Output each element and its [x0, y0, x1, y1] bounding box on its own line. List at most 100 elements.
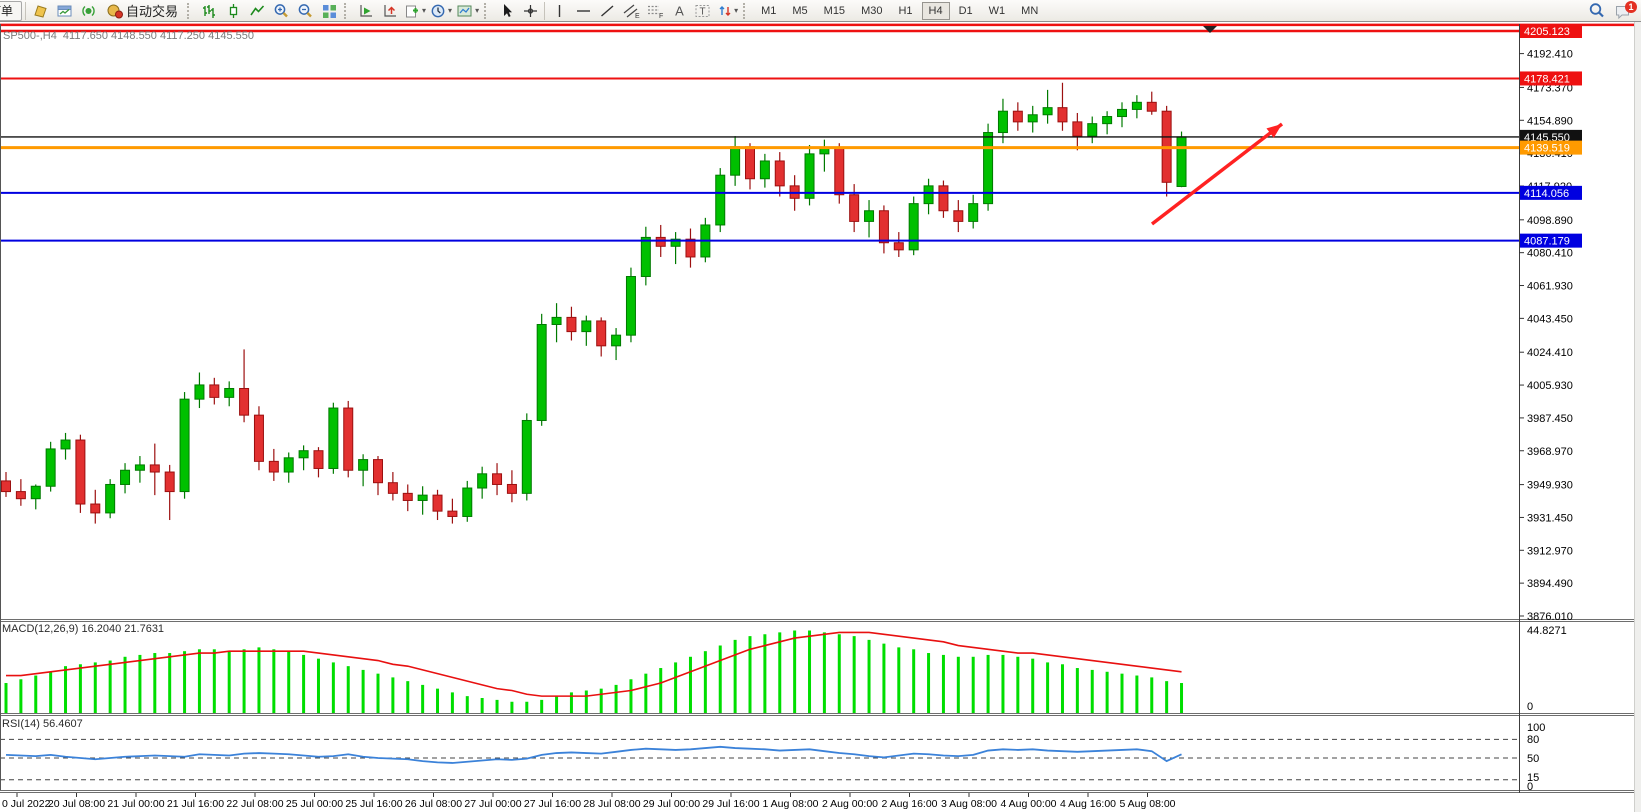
auto-trading-icon — [106, 3, 124, 19]
line-chart-button[interactable] — [246, 1, 268, 21]
price-tick-label: 4192.410 — [1527, 49, 1573, 61]
signal-icon — [80, 3, 97, 19]
horizontal-line-button[interactable] — [572, 1, 594, 21]
new-order-label: 订单 — [0, 2, 13, 19]
time-tick-label: 26 Jul 08:00 — [405, 798, 462, 810]
bar-chart-button[interactable] — [198, 1, 220, 21]
arrows-button[interactable]: ▾ — [716, 1, 739, 21]
timeframe-H1[interactable]: H1 — [891, 2, 919, 20]
cursor-button[interactable] — [495, 1, 517, 21]
equidistant-channel-button[interactable]: E — [620, 1, 642, 21]
toolbar-grip — [187, 3, 194, 19]
zoom-in-button[interactable] — [270, 1, 292, 21]
timeframe-M30[interactable]: M30 — [854, 2, 889, 20]
bull-candle — [909, 204, 918, 250]
timeframe-MN[interactable]: MN — [1014, 2, 1045, 20]
bull-candle — [522, 420, 531, 493]
horizontal-line-icon — [575, 3, 592, 19]
bull-candle — [61, 440, 70, 449]
text-label-icon: T — [694, 3, 712, 19]
time-tick-label: 4 Aug 00:00 — [1000, 798, 1056, 810]
chevron-down-icon: ▾ — [475, 6, 479, 15]
notifications-button[interactable]: 1 — [1610, 1, 1636, 21]
toolbar-grip — [484, 3, 491, 19]
price-tick-label: 3894.490 — [1527, 578, 1573, 590]
timeframe-M1[interactable]: M1 — [754, 2, 783, 20]
toolbar-grip — [743, 3, 750, 19]
bear-candle — [240, 388, 249, 415]
text-label-button[interactable]: T — [692, 1, 714, 21]
time-tick-label: 21 Jul 16:00 — [167, 798, 224, 810]
svg-text:F: F — [659, 13, 663, 19]
bull-candle — [195, 385, 204, 399]
bull-candle — [106, 484, 115, 512]
time-tick-label: 25 Jul 00:00 — [286, 798, 343, 810]
bear-candle — [954, 211, 963, 222]
zoom-in-icon — [273, 3, 290, 19]
news-button[interactable] — [29, 1, 51, 21]
timeframe-D1[interactable]: D1 — [952, 2, 980, 20]
bull-candle — [612, 335, 621, 346]
price-badge-label: 4114.056 — [1524, 188, 1569, 200]
chart-shift-icon — [382, 3, 399, 19]
auto-trading-label: 自动交易 — [126, 1, 178, 20]
search-button[interactable] — [1586, 1, 1608, 21]
rsi-indicator-label: RSI(14) 56.4607 — [2, 718, 83, 730]
bull-candle — [329, 408, 338, 468]
timeframe-H4[interactable]: H4 — [922, 2, 950, 20]
candlestick-chart-icon — [225, 3, 242, 19]
vertical-line-icon — [553, 3, 566, 19]
bull-candle — [924, 186, 933, 204]
time-tick-label: 5 Aug 08:00 — [1119, 798, 1175, 810]
bull-candle — [820, 149, 829, 154]
vertical-line-button[interactable] — [548, 1, 570, 21]
trendline-button[interactable] — [596, 1, 618, 21]
bear-candle — [210, 385, 219, 397]
notification-badge: 1 — [1625, 1, 1637, 13]
window-edge-strip — [1634, 22, 1641, 812]
bear-candle — [254, 415, 263, 461]
price-tick-label: 3876.010 — [1527, 611, 1573, 623]
timeframe-M5[interactable]: M5 — [785, 2, 814, 20]
auto-scroll-button[interactable] — [355, 1, 377, 21]
chart-canvas[interactable]: 4192.4104173.3704154.8904136.4104117.920… — [0, 22, 1641, 812]
tile-windows-button[interactable] — [318, 1, 340, 21]
time-tick-label: 1 Aug 08:00 — [762, 798, 818, 810]
bull-candle — [284, 458, 293, 472]
bear-candle — [150, 465, 159, 472]
search-icon — [1588, 2, 1606, 19]
bull-candle — [46, 449, 55, 486]
market-watch-button[interactable] — [53, 1, 75, 21]
bull-candle — [805, 154, 814, 198]
new-chart-button[interactable]: ▾ — [403, 1, 427, 21]
bear-candle — [597, 321, 606, 346]
time-tick-label: 20 Jul 08:00 — [48, 798, 105, 810]
bull-candle — [641, 237, 650, 276]
timeframe-W1[interactable]: W1 — [982, 2, 1013, 20]
templates-button[interactable]: ▾ — [455, 1, 480, 21]
zoom-out-button[interactable] — [294, 1, 316, 21]
text-button[interactable]: A — [668, 1, 690, 21]
time-tick-label: 0 Jul 2022 — [2, 798, 51, 810]
candlestick-chart-button[interactable] — [222, 1, 244, 21]
auto-trading-button[interactable]: 自动交易 — [101, 1, 183, 21]
fibonacci-button[interactable]: F — [644, 1, 666, 21]
periods-button[interactable]: ▾ — [429, 1, 453, 21]
chart-shift-button[interactable] — [379, 1, 401, 21]
new-order-button[interactable]: 订单 — [0, 1, 22, 21]
price-tick-label: 3931.450 — [1527, 512, 1573, 524]
bull-candle — [731, 147, 740, 175]
bull-candle — [1043, 108, 1052, 115]
bull-candle — [299, 451, 308, 458]
timeframe-M15[interactable]: M15 — [817, 2, 852, 20]
bull-candle — [180, 399, 189, 491]
bull-candle — [463, 488, 472, 516]
price-tick-label: 4154.890 — [1527, 115, 1573, 127]
bull-candle — [969, 204, 978, 222]
chart-background — [0, 22, 1641, 812]
new-chart-icon — [404, 3, 421, 19]
bear-candle — [2, 481, 11, 492]
crosshair-button[interactable] — [519, 1, 541, 21]
signal-button[interactable] — [77, 1, 99, 21]
bull-candle — [31, 486, 40, 498]
